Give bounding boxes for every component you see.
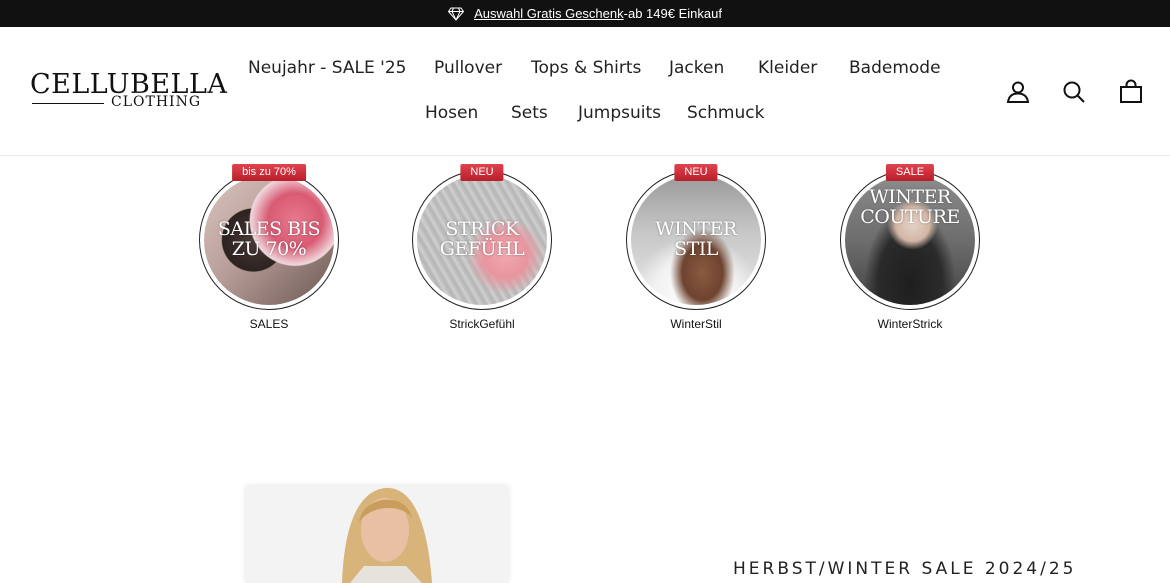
category-badge: bis zu 70%	[232, 164, 306, 181]
logo-rule	[32, 103, 104, 104]
announcement-suffix: -ab 149€ Einkauf	[623, 6, 722, 21]
nav-item-hosen[interactable]: Hosen	[425, 102, 478, 124]
category-label: StrickGefühl	[449, 317, 515, 331]
nav-item-sets[interactable]: Sets	[511, 102, 548, 124]
nav-item-neujahr-sale[interactable]: Neujahr - SALE '25	[248, 57, 406, 79]
category-badge: NEU	[460, 164, 504, 181]
sale-heading: HERBST/WINTER SALE 2024/25	[733, 559, 1077, 579]
category-label: WinterStil	[670, 317, 722, 331]
category-image-sales: SALES BIS ZU 70%	[204, 175, 334, 305]
category-badge: SALE	[885, 164, 935, 181]
promo-image[interactable]	[246, 486, 508, 583]
category-image-winterstrick: WINTER COUTURE	[845, 175, 975, 305]
nav-item-jumpsuits[interactable]: Jumpsuits	[578, 102, 661, 124]
category-image-text: SALES BIS ZU 70%	[217, 218, 321, 260]
category-winterstrick[interactable]: WINTER COUTURE SALE WinterStrick	[840, 164, 980, 334]
diamond-icon	[448, 7, 465, 21]
site-header: CELLUBELLA CLOTHING Neujahr - SALE '25 P…	[0, 27, 1170, 156]
nav-item-jacken[interactable]: Jacken	[669, 57, 724, 79]
nav-item-bademode[interactable]: Bademode	[849, 57, 941, 79]
category-image-winterstil: WINTER STIL	[631, 175, 761, 305]
category-badge: NEU	[674, 164, 718, 181]
shopping-bag-icon[interactable]	[1118, 79, 1144, 105]
nav-item-schmuck[interactable]: Schmuck	[687, 102, 764, 124]
logo-subline: CLOTHING	[111, 94, 201, 110]
nav-item-pullover[interactable]: Pullover	[434, 57, 502, 79]
category-image-text: STRICK GEFÜHL	[439, 218, 525, 260]
category-image-text: WINTER COUTURE	[860, 186, 960, 228]
category-image-text: WINTER STIL	[655, 218, 737, 260]
category-winterstil[interactable]: WINTER STIL NEU WinterStil	[626, 164, 766, 334]
category-strickgefuehl[interactable]: STRICK GEFÜHL NEU StrickGefühl	[412, 164, 552, 334]
category-label: WinterStrick	[877, 317, 943, 331]
free-gift-link[interactable]: Auswahl Gratis Geschenk	[474, 6, 624, 21]
nav-item-tops-shirts[interactable]: Tops & Shirts	[531, 57, 641, 79]
user-icon[interactable]	[1005, 79, 1031, 105]
nav-item-kleider[interactable]: Kleider	[758, 57, 817, 79]
category-image-strickgefuehl: STRICK GEFÜHL	[417, 175, 547, 305]
category-label: SALES	[249, 317, 289, 331]
category-sales[interactable]: SALES BIS ZU 70% bis zu 70% SALES	[199, 164, 339, 334]
announcement-bar: Auswahl Gratis Geschenk-ab 149€ Einkauf	[0, 0, 1170, 27]
search-icon[interactable]	[1061, 79, 1087, 105]
logo[interactable]: CELLUBELLA CLOTHING	[30, 71, 227, 111]
model-photo	[246, 486, 508, 583]
